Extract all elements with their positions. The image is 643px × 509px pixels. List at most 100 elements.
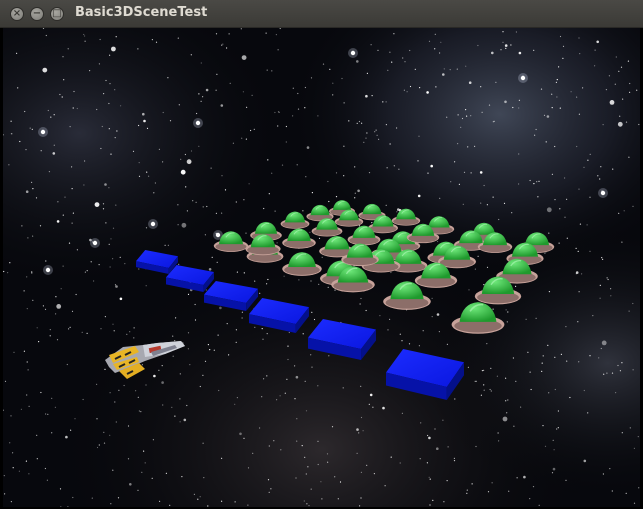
star bbox=[343, 145, 345, 147]
star bbox=[68, 242, 71, 244]
star bbox=[263, 207, 265, 210]
star bbox=[428, 436, 431, 440]
star bbox=[622, 98, 624, 100]
star bbox=[505, 400, 507, 402]
star bbox=[104, 316, 106, 318]
star bbox=[150, 221, 156, 227]
star bbox=[387, 69, 389, 71]
star bbox=[259, 427, 261, 429]
star bbox=[629, 82, 631, 85]
star bbox=[629, 91, 631, 93]
star bbox=[446, 116, 448, 118]
star bbox=[332, 94, 334, 96]
star bbox=[393, 165, 395, 167]
star bbox=[62, 265, 64, 267]
star bbox=[442, 73, 445, 76]
star bbox=[628, 156, 630, 158]
star bbox=[389, 318, 391, 320]
star bbox=[542, 425, 544, 427]
star bbox=[178, 104, 180, 106]
star bbox=[8, 164, 10, 166]
star bbox=[331, 426, 334, 428]
star bbox=[117, 497, 120, 499]
star bbox=[71, 310, 74, 312]
star bbox=[554, 199, 556, 201]
star bbox=[138, 268, 140, 270]
star bbox=[116, 130, 118, 132]
star bbox=[292, 87, 294, 89]
star bbox=[183, 418, 187, 422]
star bbox=[295, 375, 299, 379]
star bbox=[525, 318, 527, 320]
star bbox=[110, 238, 112, 240]
star bbox=[436, 447, 439, 451]
star bbox=[189, 364, 191, 366]
star bbox=[76, 249, 78, 251]
star bbox=[505, 47, 507, 49]
star bbox=[103, 93, 105, 95]
star bbox=[368, 403, 370, 405]
star bbox=[466, 489, 468, 491]
star bbox=[533, 183, 535, 185]
star bbox=[576, 145, 578, 148]
star bbox=[228, 33, 230, 35]
star bbox=[171, 406, 173, 408]
star bbox=[483, 184, 485, 187]
star bbox=[428, 40, 431, 42]
star bbox=[480, 394, 482, 396]
star bbox=[243, 199, 245, 201]
star bbox=[266, 283, 268, 285]
star bbox=[20, 408, 22, 410]
star bbox=[589, 355, 591, 357]
star bbox=[527, 351, 529, 353]
star bbox=[276, 242, 278, 244]
title-bar[interactable]: × − □ Basic3DSceneTest bbox=[0, 0, 643, 28]
star bbox=[10, 501, 12, 503]
star bbox=[111, 46, 116, 52]
star bbox=[118, 389, 120, 391]
star bbox=[498, 440, 500, 442]
star bbox=[308, 505, 310, 507]
star bbox=[200, 100, 202, 102]
star bbox=[354, 192, 356, 194]
star bbox=[277, 125, 279, 127]
star bbox=[343, 102, 345, 104]
star bbox=[241, 311, 243, 313]
star bbox=[551, 93, 553, 95]
close-button[interactable]: × bbox=[10, 7, 24, 21]
star bbox=[625, 492, 627, 494]
star bbox=[177, 37, 179, 39]
star bbox=[109, 83, 111, 85]
star bbox=[202, 374, 204, 376]
star bbox=[153, 374, 156, 378]
maximize-button[interactable]: □ bbox=[50, 7, 64, 21]
star bbox=[302, 210, 304, 212]
star bbox=[434, 428, 436, 430]
star bbox=[296, 418, 298, 420]
star bbox=[629, 427, 631, 429]
star bbox=[518, 183, 520, 185]
star bbox=[363, 141, 365, 143]
star bbox=[404, 61, 406, 63]
star bbox=[356, 60, 359, 63]
star bbox=[45, 413, 47, 415]
star bbox=[112, 258, 114, 260]
star bbox=[377, 49, 379, 51]
star bbox=[304, 456, 306, 458]
star bbox=[210, 167, 212, 169]
star bbox=[241, 137, 243, 139]
game-viewport[interactable] bbox=[3, 28, 640, 507]
star bbox=[376, 134, 378, 136]
star bbox=[271, 172, 273, 174]
star bbox=[71, 188, 73, 190]
star bbox=[515, 31, 518, 33]
star bbox=[427, 172, 429, 174]
star bbox=[540, 88, 543, 90]
star bbox=[275, 34, 277, 36]
star bbox=[439, 52, 441, 54]
star bbox=[305, 473, 307, 475]
star bbox=[306, 503, 308, 505]
star bbox=[135, 390, 137, 392]
minimize-button[interactable]: − bbox=[30, 7, 44, 21]
star bbox=[108, 128, 110, 130]
